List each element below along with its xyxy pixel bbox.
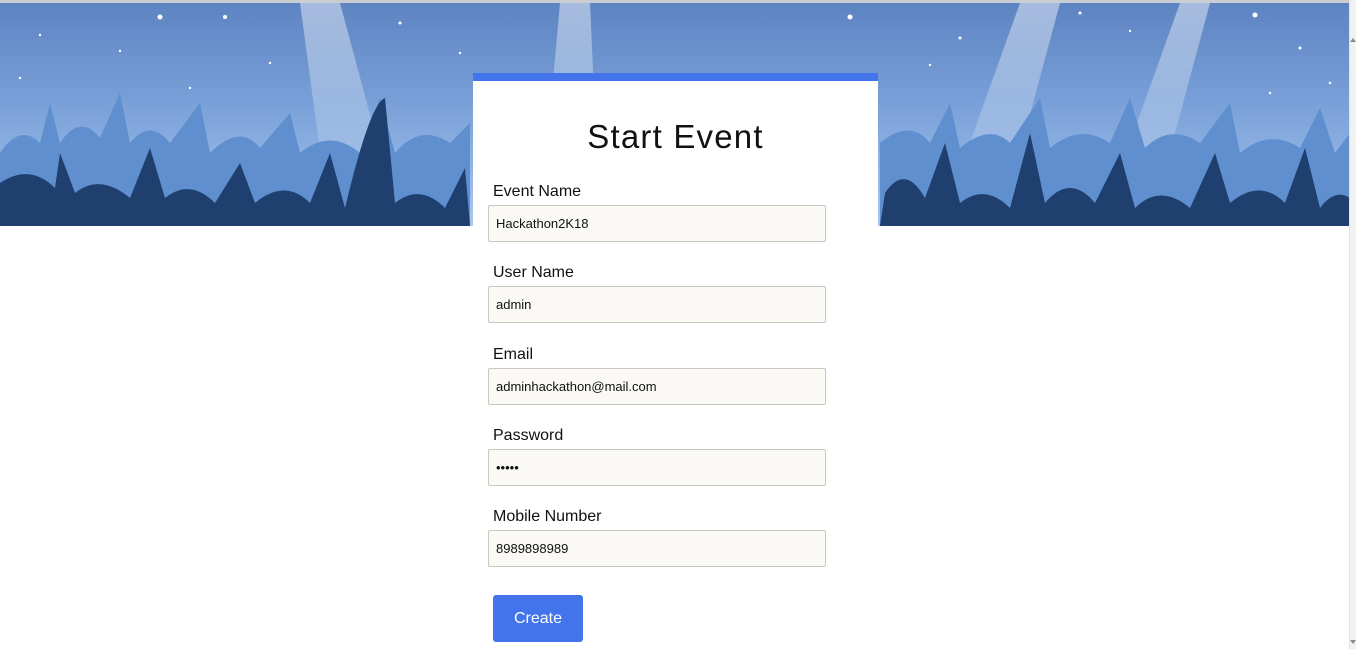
page-title: Start Event	[587, 118, 764, 155]
event-name-input[interactable]	[488, 205, 826, 242]
page: Start Event Event Name User Name Email P…	[0, 0, 1356, 649]
password-label: Password	[493, 427, 564, 444]
email-input[interactable]	[488, 368, 826, 405]
password-input[interactable]	[488, 449, 826, 486]
mobile-number-label: Mobile Number	[493, 508, 602, 525]
mobile-number-input[interactable]	[488, 530, 826, 567]
scroll-down-icon[interactable]	[1350, 640, 1356, 644]
event-name-label: Event Name	[493, 183, 582, 200]
start-event-card: Start Event Event Name User Name Email P…	[473, 73, 878, 649]
create-button[interactable]: Create	[493, 595, 583, 642]
email-label: Email	[493, 346, 534, 363]
user-name-label: User Name	[493, 264, 574, 281]
vertical-scrollbar[interactable]	[1349, 0, 1356, 649]
scroll-up-icon[interactable]	[1350, 38, 1356, 42]
user-name-input[interactable]	[488, 286, 826, 323]
